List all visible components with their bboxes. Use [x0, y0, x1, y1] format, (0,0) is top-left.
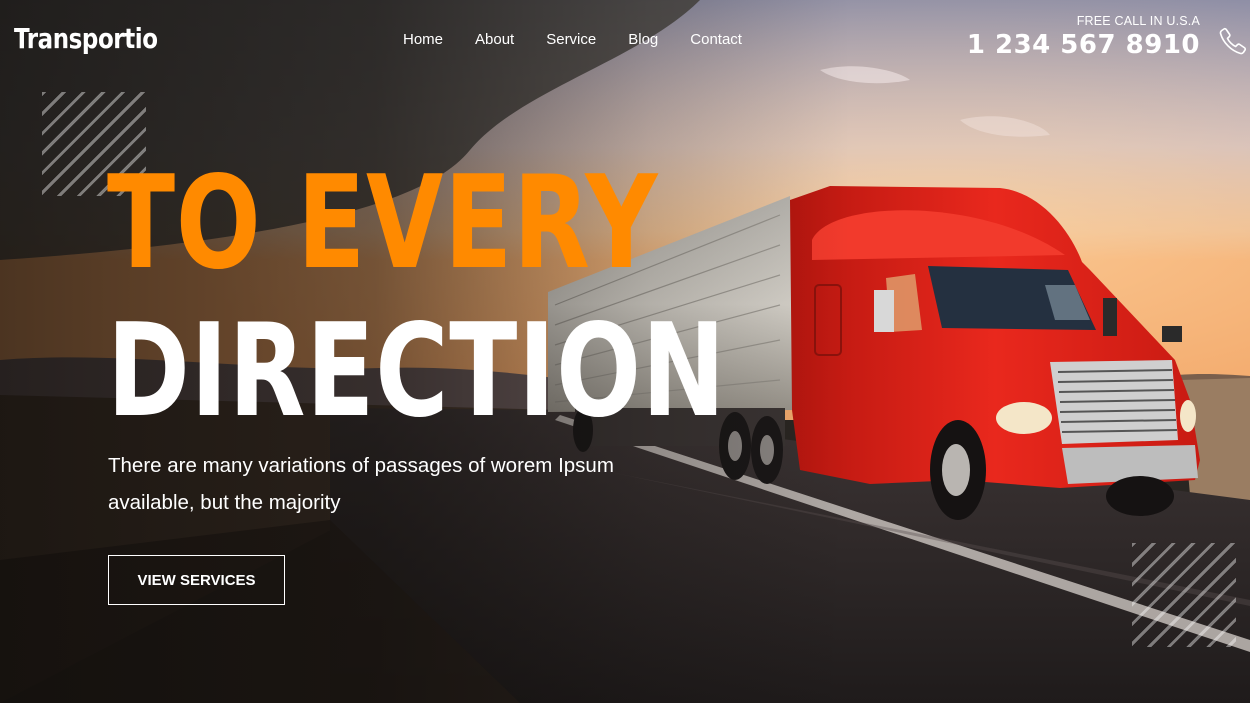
nav-item-contact[interactable]: Contact — [690, 31, 742, 48]
brand-logo[interactable]: Transportio — [14, 22, 158, 55]
view-services-button[interactable]: VIEW SERVICES — [108, 555, 285, 605]
phone-icon[interactable] — [1218, 24, 1248, 58]
phone-number[interactable]: 1 234 567 8910 — [967, 30, 1200, 60]
call-label: FREE CALL IN U.S.A — [1076, 14, 1200, 28]
nav-item-service[interactable]: Service — [546, 31, 596, 48]
call-info: FREE CALL IN U.S.A 1 234 567 8910 — [967, 14, 1200, 60]
nav-item-about[interactable]: About — [475, 31, 514, 48]
main-navigation: Home About Service Blog Contact — [403, 31, 774, 48]
headline-line-1: TO EVERY — [107, 149, 659, 298]
decorative-stripes-bottom — [1132, 543, 1236, 647]
hero-headline: TO EVERY DIRECTION — [107, 160, 726, 436]
nav-item-home[interactable]: Home — [403, 31, 443, 48]
nav-item-blog[interactable]: Blog — [628, 31, 658, 48]
headline-line-2: DIRECTION — [107, 297, 727, 446]
hero-description: There are many variations of passages of… — [108, 454, 614, 514]
hero-section: Transportio Home About Service Blog Cont… — [0, 0, 1250, 703]
